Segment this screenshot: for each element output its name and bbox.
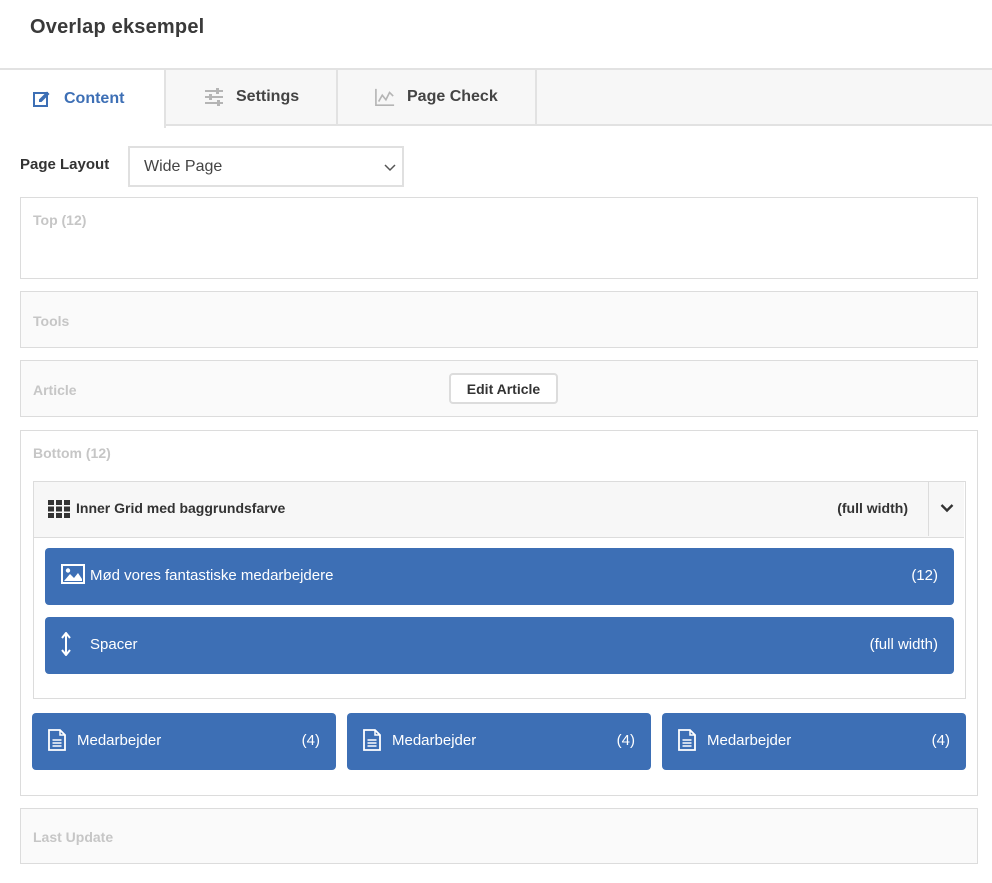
inner-grid-collapse-button[interactable]	[928, 482, 964, 536]
block-medarbejder-2[interactable]: Medarbejder (4)	[347, 713, 651, 770]
region-article[interactable]: Article Edit Article	[20, 360, 978, 417]
region-tools[interactable]: Tools	[20, 291, 978, 348]
page-layout-select[interactable]: Wide Page	[128, 146, 404, 187]
document-icon	[678, 729, 696, 755]
tab-page-check[interactable]: Page Check	[338, 68, 537, 126]
chevron-down-icon	[940, 500, 954, 518]
tab-label: Page Check	[407, 88, 498, 105]
region-label: Last Update	[33, 829, 114, 845]
image-icon	[61, 564, 85, 588]
vertical-resize-icon	[61, 631, 71, 660]
block-image[interactable]: Mød vores fantastiske medarbejdere (12)	[45, 548, 954, 605]
region-label: Article	[33, 382, 77, 398]
edit-article-button[interactable]: Edit Article	[449, 373, 558, 404]
title-bar: Overlap eksempel	[0, 0, 992, 68]
document-icon	[363, 729, 381, 755]
block-label: Medarbejder	[392, 732, 477, 749]
chevron-down-icon	[384, 160, 396, 178]
region-label: Tools	[33, 313, 70, 329]
inner-grid-title: Inner Grid med baggrundsfarve	[76, 500, 286, 516]
document-icon	[48, 729, 66, 755]
tab-bar: Content Settings Page Check	[0, 68, 992, 128]
block-width: (12)	[911, 567, 938, 584]
page-layout-value: Wide Page	[144, 157, 223, 175]
region-bottom[interactable]: Bottom (12) Inner Grid med baggrundsfarv…	[20, 430, 978, 796]
inner-grid[interactable]: Inner Grid med baggrundsfarve (full widt…	[33, 481, 966, 699]
block-spacer[interactable]: Spacer (full width)	[45, 617, 954, 674]
block-width: (4)	[931, 732, 950, 749]
page-title: Overlap eksempel	[30, 16, 205, 38]
tab-label: Settings	[236, 88, 300, 105]
block-width: (full width)	[869, 636, 938, 653]
tab-label: Content	[64, 90, 125, 107]
block-medarbejder-3[interactable]: Medarbejder (4)	[662, 713, 966, 770]
tab-settings[interactable]: Settings	[166, 68, 338, 126]
block-label: Medarbejder	[77, 732, 162, 749]
region-top[interactable]: Top (12)	[20, 197, 978, 279]
tab-content[interactable]: Content	[0, 68, 166, 128]
block-medarbejder-1[interactable]: Medarbejder (4)	[32, 713, 336, 770]
block-label: Medarbejder	[707, 732, 792, 749]
block-label: Spacer	[90, 636, 138, 653]
page-layout-label: Page Layout	[20, 156, 110, 173]
region-label: Bottom (12)	[33, 445, 111, 461]
inner-grid-width: (full width)	[837, 500, 908, 516]
block-width: (4)	[301, 732, 320, 749]
inner-grid-header[interactable]: Inner Grid med baggrundsfarve (full widt…	[34, 482, 964, 538]
region-label: Top (12)	[33, 212, 87, 228]
chart-icon	[375, 87, 395, 107]
block-width: (4)	[616, 732, 635, 749]
grid-icon	[48, 500, 70, 523]
region-last-update[interactable]: Last Update	[20, 808, 978, 864]
sliders-icon	[204, 87, 224, 107]
edit-icon	[32, 89, 52, 109]
block-label: Mød vores fantastiske medarbejdere	[90, 567, 334, 584]
